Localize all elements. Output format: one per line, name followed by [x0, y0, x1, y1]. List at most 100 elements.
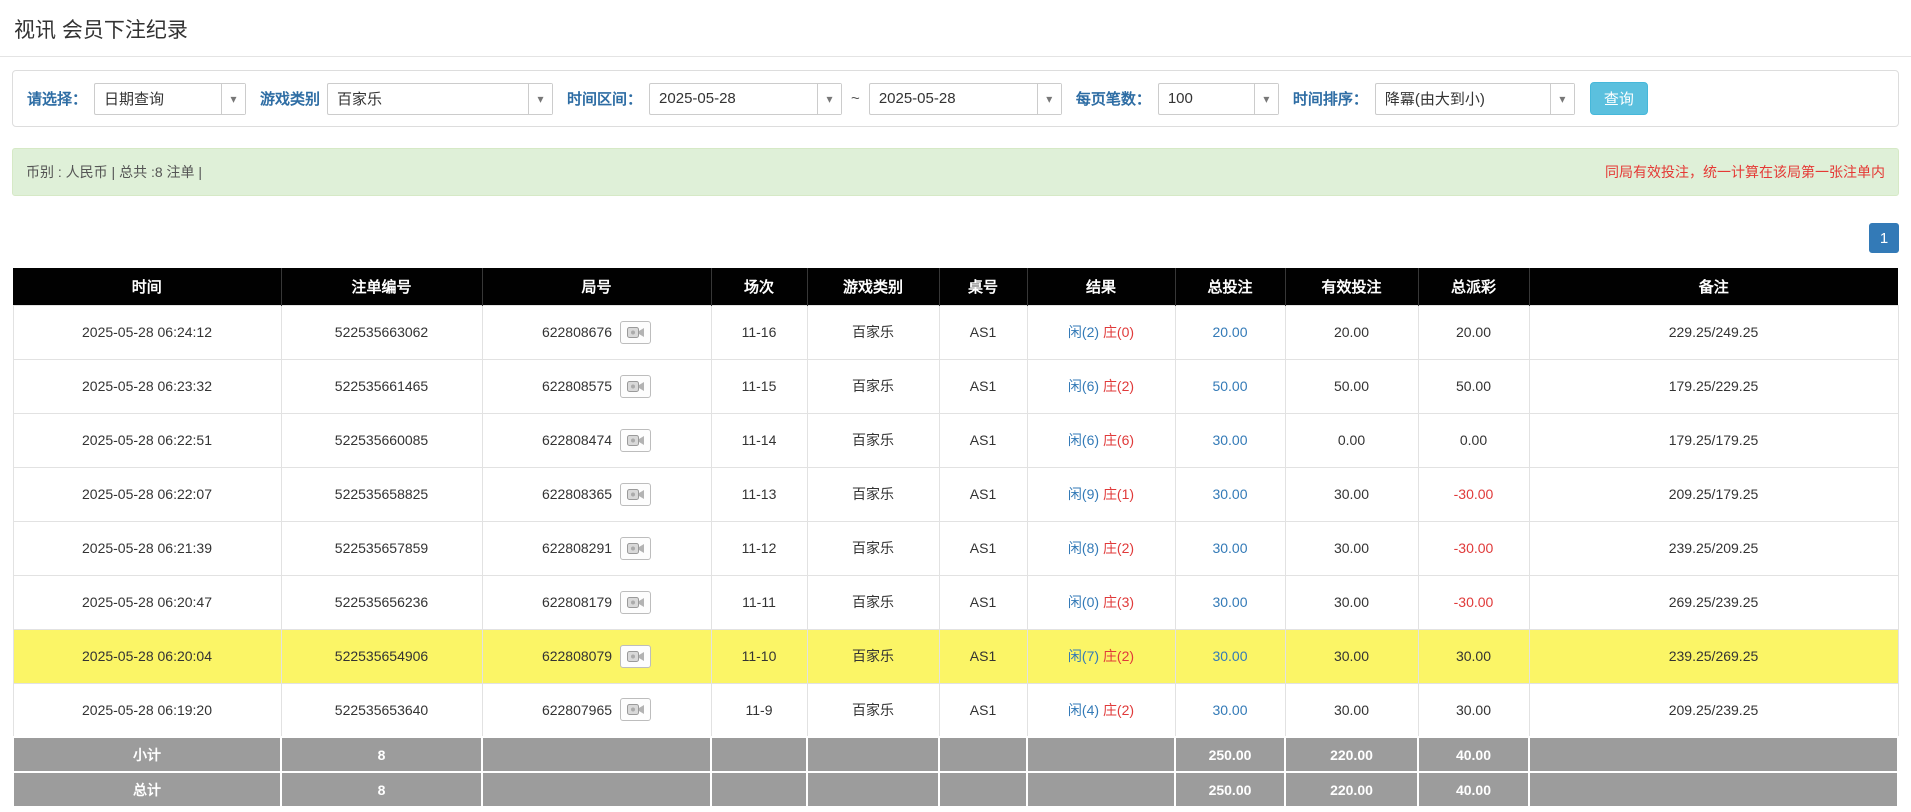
table-header: 时间 注单编号 局号 场次 游戏类别 桌号 结果 总投注 有效投注 总派彩 备注 [13, 268, 1898, 305]
cell-bet-id: 522535654906 [281, 629, 482, 683]
sort-order-combobox[interactable]: 降冪(由大到小) ▾ [1375, 83, 1575, 115]
cell-payout: 30.00 [1418, 629, 1529, 683]
cell-time: 2025-05-28 06:21:39 [13, 521, 281, 575]
footer-empty-cell [711, 772, 807, 807]
cell-result: 闲(0) 庄(3) [1027, 575, 1175, 629]
header-note: 备注 [1529, 268, 1898, 305]
header-payout: 总派彩 [1418, 268, 1529, 305]
cell-session: 11-11 [711, 575, 807, 629]
chevron-down-icon[interactable]: ▾ [1550, 84, 1574, 114]
cell-table: AS1 [939, 359, 1027, 413]
cell-round: 622808291 [482, 521, 711, 575]
filter-panel: 请选择： 日期查询 ▾ 游戏类别 百家乐 ▾ 时间区间： 2025-05-28 … [12, 70, 1899, 127]
cell-payout: -30.00 [1418, 467, 1529, 521]
subtotal-payout: 40.00 [1418, 737, 1529, 772]
cell-session: 11-15 [711, 359, 807, 413]
cell-total-bet: 30.00 [1175, 629, 1285, 683]
video-replay-button[interactable] [620, 483, 651, 506]
subtotal-label: 小计 [13, 737, 281, 772]
table-body: 2025-05-28 06:24:12 522535663062 6228086… [13, 305, 1898, 737]
cell-bet-id: 522535663062 [281, 305, 482, 359]
cell-result: 闲(2) 庄(0) [1027, 305, 1175, 359]
footer-empty-cell [711, 737, 807, 772]
cell-table: AS1 [939, 683, 1027, 737]
chevron-down-icon[interactable]: ▾ [817, 84, 841, 114]
video-camera-icon [627, 434, 645, 447]
header-game-type: 游戏类别 [807, 268, 939, 305]
chevron-down-icon[interactable]: ▾ [1037, 84, 1061, 114]
cell-note: 239.25/209.25 [1529, 521, 1898, 575]
cell-total-bet: 20.00 [1175, 305, 1285, 359]
total-bet-link[interactable]: 30.00 [1212, 594, 1247, 610]
total-bet-link[interactable]: 30.00 [1212, 702, 1247, 718]
subtotal-count: 8 [281, 737, 482, 772]
cell-game: 百家乐 [807, 683, 939, 737]
total-bet-link[interactable]: 30.00 [1212, 486, 1247, 502]
cell-note: 179.25/229.25 [1529, 359, 1898, 413]
video-camera-icon [627, 488, 645, 501]
chevron-down-icon[interactable]: ▾ [221, 84, 245, 114]
chevron-down-icon[interactable]: ▾ [1254, 84, 1278, 114]
cell-time: 2025-05-28 06:20:47 [13, 575, 281, 629]
total-bet-link[interactable]: 30.00 [1212, 432, 1247, 448]
sort-order-value: 降冪(由大到小) [1376, 84, 1550, 114]
result-banker: 庄(2) [1103, 702, 1134, 718]
title-divider [0, 56, 1911, 57]
video-replay-button[interactable] [620, 375, 651, 398]
game-type-label: 游戏类别 [260, 88, 320, 109]
video-replay-button[interactable] [620, 429, 651, 452]
subtotal-row: 小计 8 250.00 220.00 40.00 [13, 737, 1898, 772]
select-label: 请选择： [27, 88, 87, 109]
video-camera-icon [627, 326, 645, 339]
total-count: 8 [281, 772, 482, 807]
video-replay-button[interactable] [620, 645, 651, 668]
table-row: 2025-05-28 06:19:20 522535653640 6228079… [13, 683, 1898, 737]
footer-empty-cell [1027, 772, 1175, 807]
total-bet-link[interactable]: 20.00 [1212, 324, 1247, 340]
cell-result: 闲(7) 庄(2) [1027, 629, 1175, 683]
video-replay-button[interactable] [620, 591, 651, 614]
cell-session: 11-9 [711, 683, 807, 737]
cell-session: 11-13 [711, 467, 807, 521]
video-replay-button[interactable] [620, 537, 651, 560]
result-player: 闲(9) [1068, 486, 1099, 502]
video-camera-icon [627, 650, 645, 663]
date-from-combobox[interactable]: 2025-05-28 ▾ [649, 83, 842, 115]
search-button[interactable]: 查询 [1590, 82, 1648, 115]
date-from-value: 2025-05-28 [650, 84, 817, 114]
chevron-down-icon[interactable]: ▾ [528, 84, 552, 114]
cell-round: 622808575 [482, 359, 711, 413]
cell-time: 2025-05-28 06:20:04 [13, 629, 281, 683]
result-banker: 庄(2) [1103, 378, 1134, 394]
cell-total-bet: 30.00 [1175, 521, 1285, 575]
cell-session: 11-12 [711, 521, 807, 575]
date-range-separator: ~ [851, 90, 860, 107]
cell-valid-bet: 50.00 [1285, 359, 1418, 413]
page-size-label: 每页笔数： [1076, 88, 1151, 109]
result-player: 闲(8) [1068, 540, 1099, 556]
cell-bet-id: 522535656236 [281, 575, 482, 629]
date-to-combobox[interactable]: 2025-05-28 ▾ [869, 83, 1062, 115]
cell-bet-id: 522535658825 [281, 467, 482, 521]
game-type-combobox[interactable]: 百家乐 ▾ [327, 83, 553, 115]
total-bet-link[interactable]: 50.00 [1212, 378, 1247, 394]
page-button-1[interactable]: 1 [1869, 223, 1899, 253]
total-valid-bet: 220.00 [1285, 772, 1418, 807]
cell-payout: 50.00 [1418, 359, 1529, 413]
total-bet-link[interactable]: 30.00 [1212, 648, 1247, 664]
cell-time: 2025-05-28 06:24:12 [13, 305, 281, 359]
cell-table: AS1 [939, 521, 1027, 575]
table-row: 2025-05-28 06:21:39 522535657859 6228082… [13, 521, 1898, 575]
video-replay-button[interactable] [620, 698, 651, 721]
result-banker: 庄(2) [1103, 648, 1134, 664]
video-replay-button[interactable] [620, 321, 651, 344]
cell-payout: 30.00 [1418, 683, 1529, 737]
total-bet-link[interactable]: 30.00 [1212, 540, 1247, 556]
query-type-combobox[interactable]: 日期查询 ▾ [94, 83, 246, 115]
page-size-value: 100 [1159, 84, 1254, 114]
result-player: 闲(6) [1068, 378, 1099, 394]
cell-note: 179.25/179.25 [1529, 413, 1898, 467]
cell-time: 2025-05-28 06:23:32 [13, 359, 281, 413]
footer-empty-cell [939, 772, 1027, 807]
page-size-combobox[interactable]: 100 ▾ [1158, 83, 1279, 115]
